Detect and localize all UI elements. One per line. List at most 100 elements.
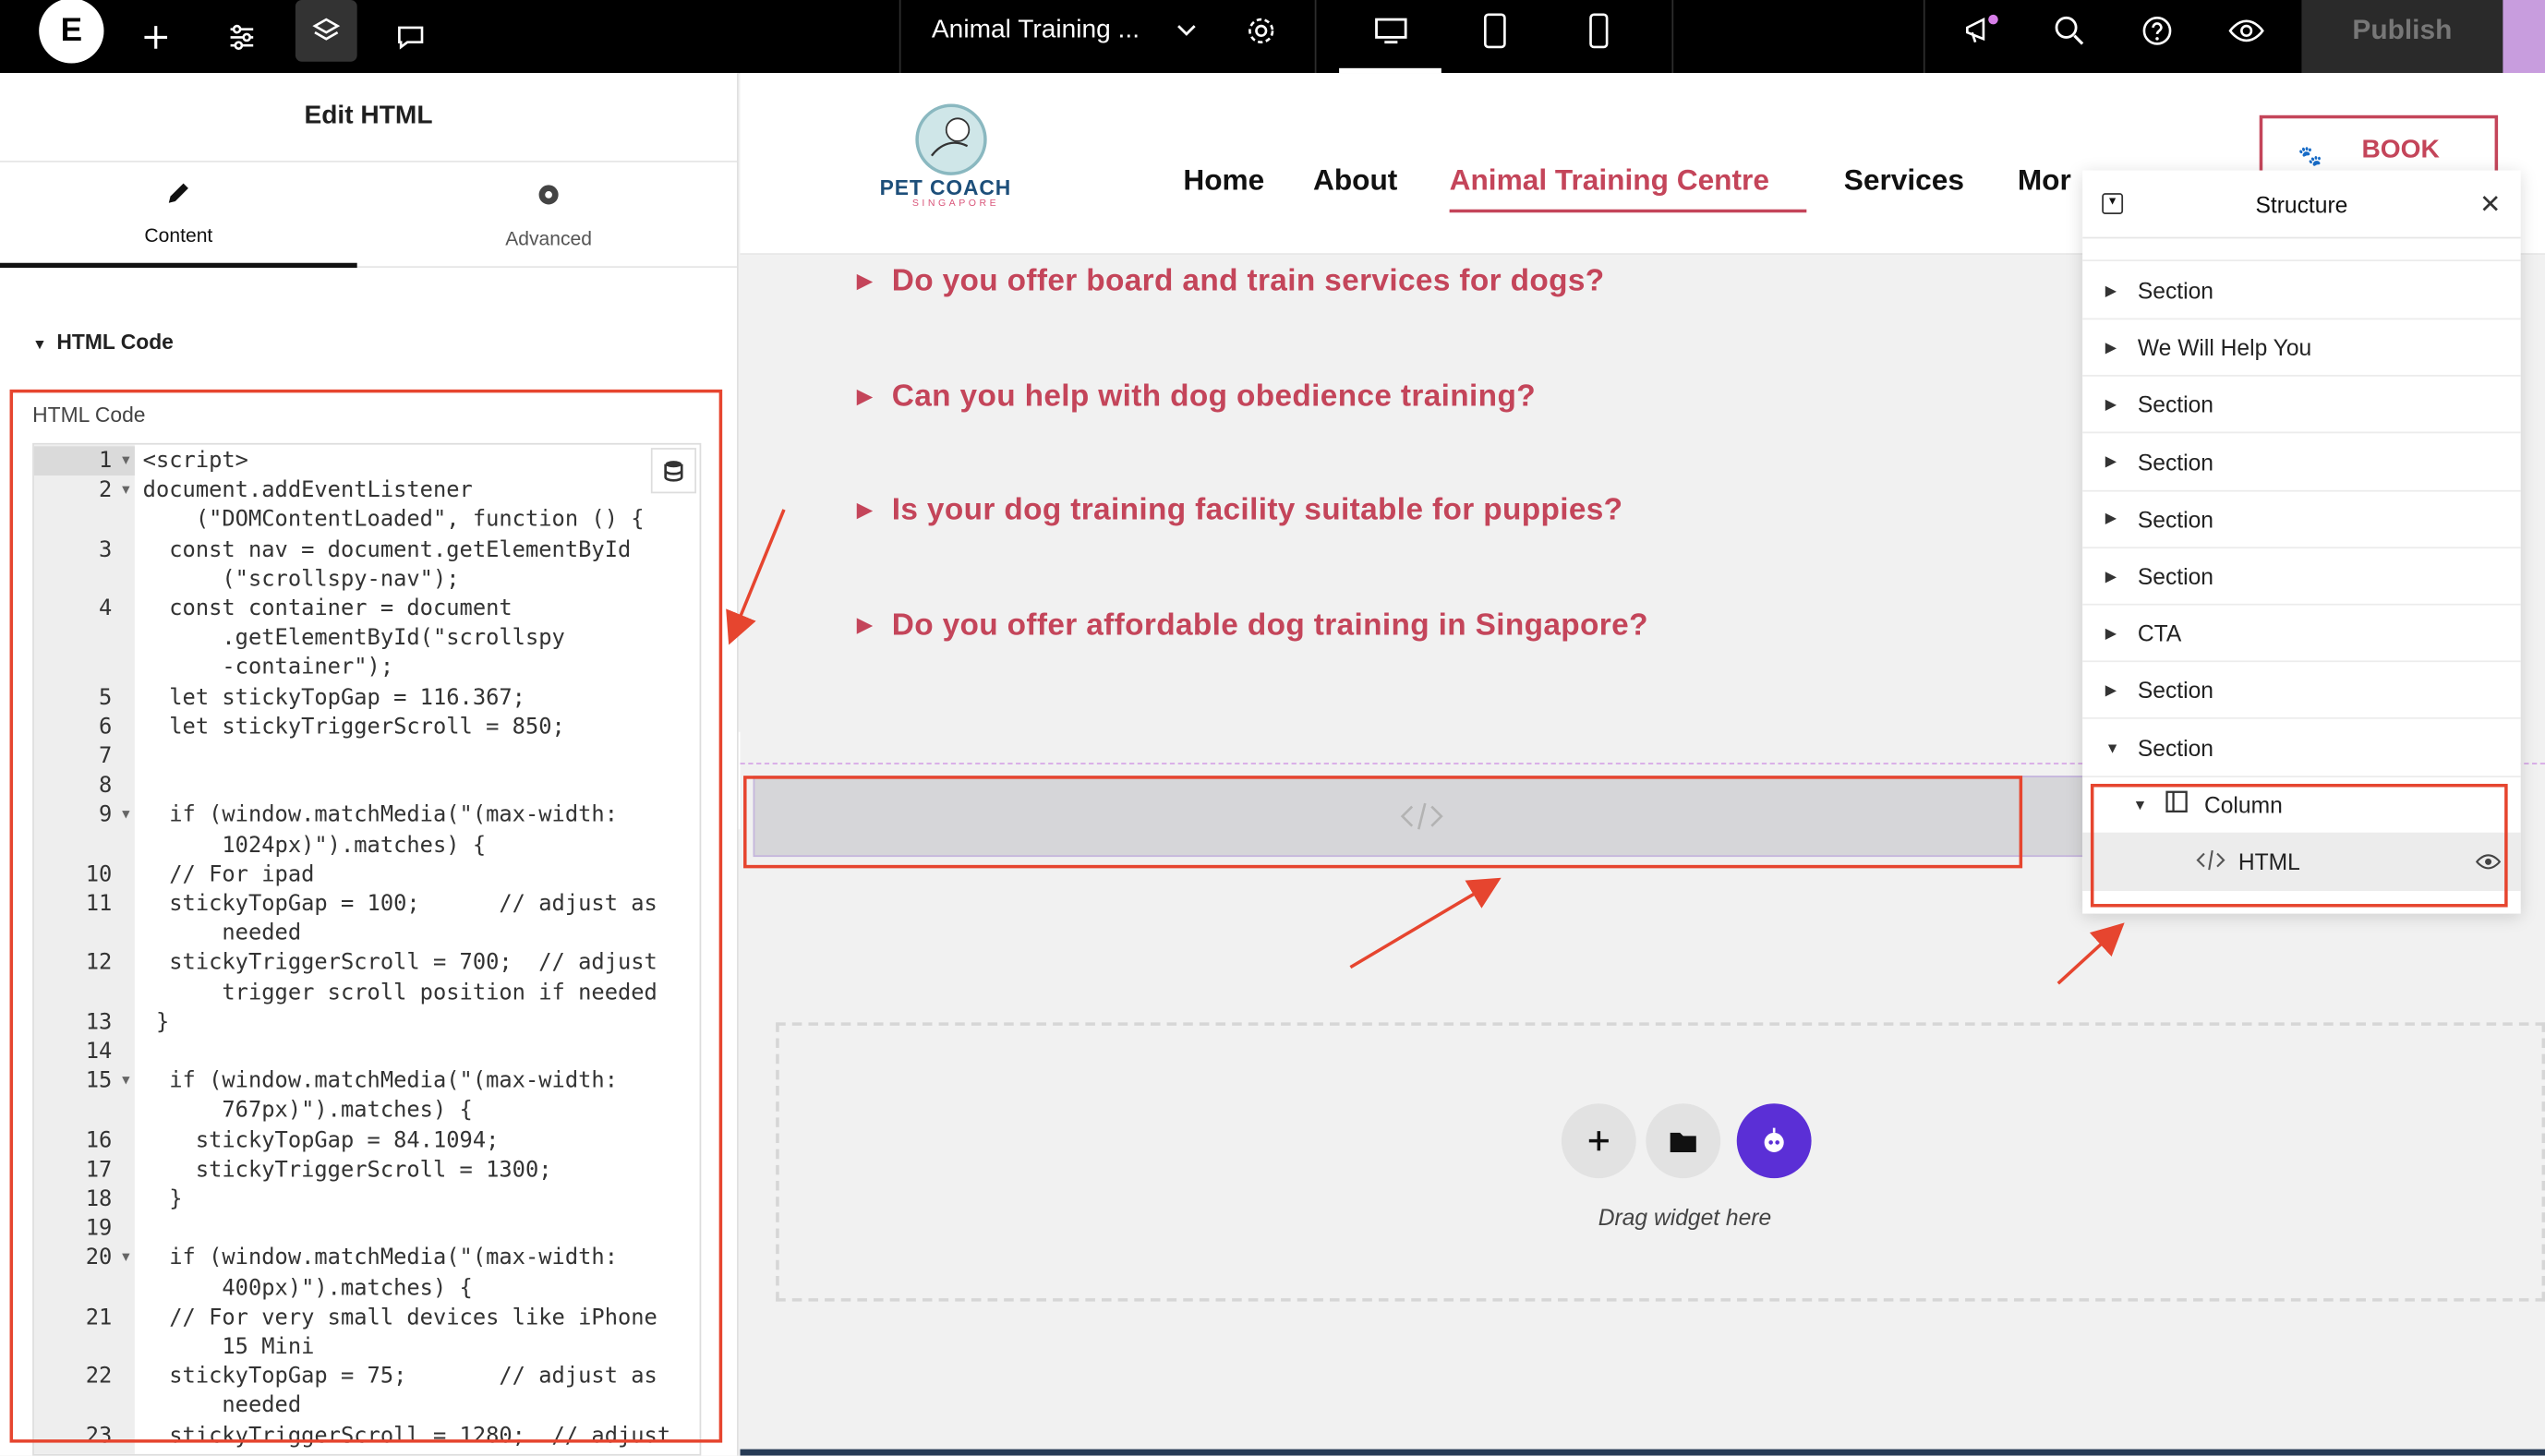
tab-advanced-label: Advanced [505, 227, 593, 250]
help-icon [2142, 17, 2172, 45]
structure-item[interactable]: ▶ Section [2082, 434, 2521, 491]
html-code-section-toggle[interactable]: ▼ HTML Code [32, 330, 174, 354]
search-button[interactable] [2045, 0, 2094, 62]
tab-content-label: Content [144, 223, 213, 247]
nav-services[interactable]: Services [1844, 164, 1964, 199]
add-template-button[interactable] [1646, 1103, 1721, 1179]
annotation-box-widget [743, 776, 2023, 869]
panel-title: Edit HTML [0, 73, 737, 162]
desktop-view-button[interactable] [1339, 0, 1441, 62]
caret-down-icon[interactable]: ▼ [2105, 740, 2129, 756]
structure-item[interactable]: ▶ Section [2082, 663, 2521, 720]
caret-right-icon: ▶ [857, 384, 873, 408]
site-settings-button[interactable] [216, 0, 268, 73]
caret-right-icon[interactable]: ▶ [2105, 396, 2129, 414]
structure-item[interactable]: ▼ Section [2082, 720, 2521, 777]
close-icon[interactable]: ✕ [2479, 188, 2502, 221]
structure-item-label: Section [2137, 277, 2213, 304]
structure-item[interactable]: ▶ Section [2082, 548, 2521, 606]
nav-more[interactable]: Mor [2018, 164, 2071, 199]
structure-item-label: We Will Help You [2137, 334, 2312, 361]
nav-animal-training-centre[interactable]: Animal Training Centre [1450, 164, 1769, 199]
tablet-icon [1483, 13, 1506, 49]
widget-drop-zone[interactable]: Drag widget here [776, 1022, 2545, 1302]
notifications-button[interactable] [1956, 0, 2008, 62]
structure-item[interactable]: ▶ We Will Help You [2082, 320, 2521, 378]
gear-icon [1248, 18, 1274, 44]
faq-question: Do you offer board and train services fo… [891, 264, 1605, 299]
caret-right-icon[interactable]: ▶ [2105, 567, 2129, 584]
structure-item-label: Section [2137, 677, 2213, 704]
faq-item[interactable]: ▶ Is your dog training facility suitable … [857, 493, 1622, 529]
annotation-box-structure [2090, 783, 2508, 908]
eye-icon [2228, 19, 2264, 42]
annotation-box-code [9, 389, 723, 1443]
top-bar: E Animal Training ... Publish [0, 0, 2545, 74]
nav-active-underline [1449, 209, 1807, 213]
caret-right-icon: ▶ [857, 269, 873, 293]
comments-button[interactable] [385, 0, 437, 73]
caret-right-icon[interactable]: ▶ [2105, 624, 2129, 642]
faq-item[interactable]: ▶ Do you offer affordable dog training in… [857, 608, 1648, 644]
elementor-logo[interactable]: E [39, 0, 104, 64]
faq-item[interactable]: ▶ Do you offer board and train services f… [857, 265, 1604, 301]
add-element-button[interactable] [130, 0, 182, 73]
mobile-icon [1589, 13, 1609, 49]
faq-question: Do you offer affordable dog training in … [891, 608, 1648, 644]
page-menu-button[interactable] [1169, 0, 1205, 62]
book-label: BOOK [2361, 136, 2440, 164]
caret-right-icon: ▶ [857, 613, 873, 637]
faq-question: Can you help with dog obedience training… [891, 379, 1536, 415]
structure-item-label: CTA [2137, 620, 2182, 646]
structure-button[interactable] [295, 0, 357, 62]
page-settings-button[interactable] [1236, 0, 1285, 62]
structure-item-label: Section [2137, 506, 2213, 533]
chat-icon [398, 25, 424, 49]
ai-icon [1764, 1127, 1784, 1152]
structure-item-partial[interactable] [2082, 238, 2521, 261]
help-button[interactable] [2133, 0, 2182, 62]
preview-button[interactable] [2221, 0, 2273, 62]
structure-item[interactable]: ▶ Section [2082, 377, 2521, 434]
collapse-structure-icon[interactable]: ▼ [2102, 193, 2124, 215]
plus-icon [1588, 1131, 1609, 1151]
caret-right-icon[interactable]: ▶ [2105, 339, 2129, 356]
faq-question: Is your dog training facility suitable f… [891, 493, 1623, 528]
structure-item[interactable]: ▶ Section [2082, 491, 2521, 548]
tab-content[interactable]: Content [0, 162, 357, 269]
caret-down-icon: ▼ [32, 335, 47, 353]
structure-item-label: Section [2137, 449, 2213, 475]
sliders-icon [230, 23, 254, 50]
nav-about[interactable]: About [1313, 164, 1397, 199]
pet-coach-logo-icon[interactable] [915, 103, 987, 175]
layers-icon [312, 18, 341, 41]
add-section-button[interactable] [1561, 1103, 1636, 1179]
pencil-icon [165, 179, 191, 213]
logo-text: PET COACH [879, 174, 1012, 200]
panel-tabs: Content Advanced [0, 162, 737, 269]
caret-right-icon[interactable]: ▶ [2105, 510, 2129, 527]
publish-button[interactable]: Publish [2301, 0, 2503, 74]
publish-options-button[interactable] [2503, 0, 2545, 74]
megaphone-icon [1966, 14, 1998, 43]
tab-advanced[interactable]: Advanced [370, 162, 728, 268]
page-title[interactable]: Animal Training ... [932, 0, 1140, 62]
structure-item[interactable]: ▶ Section [2082, 263, 2521, 320]
editor-window: E Animal Training ... Publish Edit HTML … [0, 0, 2545, 1456]
folder-icon [1670, 1132, 1696, 1152]
caret-right-icon[interactable]: ▶ [2105, 282, 2129, 299]
nav-home[interactable]: Home [1183, 164, 1264, 199]
caret-right-icon: ▶ [857, 498, 873, 522]
structure-item-label: Section [2137, 391, 2213, 418]
structure-item-label: Section [2137, 734, 2213, 761]
gear-icon [534, 180, 563, 217]
structure-item[interactable]: ▶ CTA [2082, 606, 2521, 663]
plus-icon [144, 25, 168, 48]
caret-right-icon[interactable]: ▶ [2105, 453, 2129, 471]
faq-item[interactable]: ▶ Can you help with dog obedience trainin… [857, 379, 1536, 415]
tablet-view-button[interactable] [1469, 0, 1521, 62]
caret-right-icon[interactable]: ▶ [2105, 681, 2129, 699]
mobile-view-button[interactable] [1574, 0, 1623, 62]
search-icon [2055, 16, 2084, 45]
ai-builder-button[interactable] [1736, 1103, 1812, 1179]
